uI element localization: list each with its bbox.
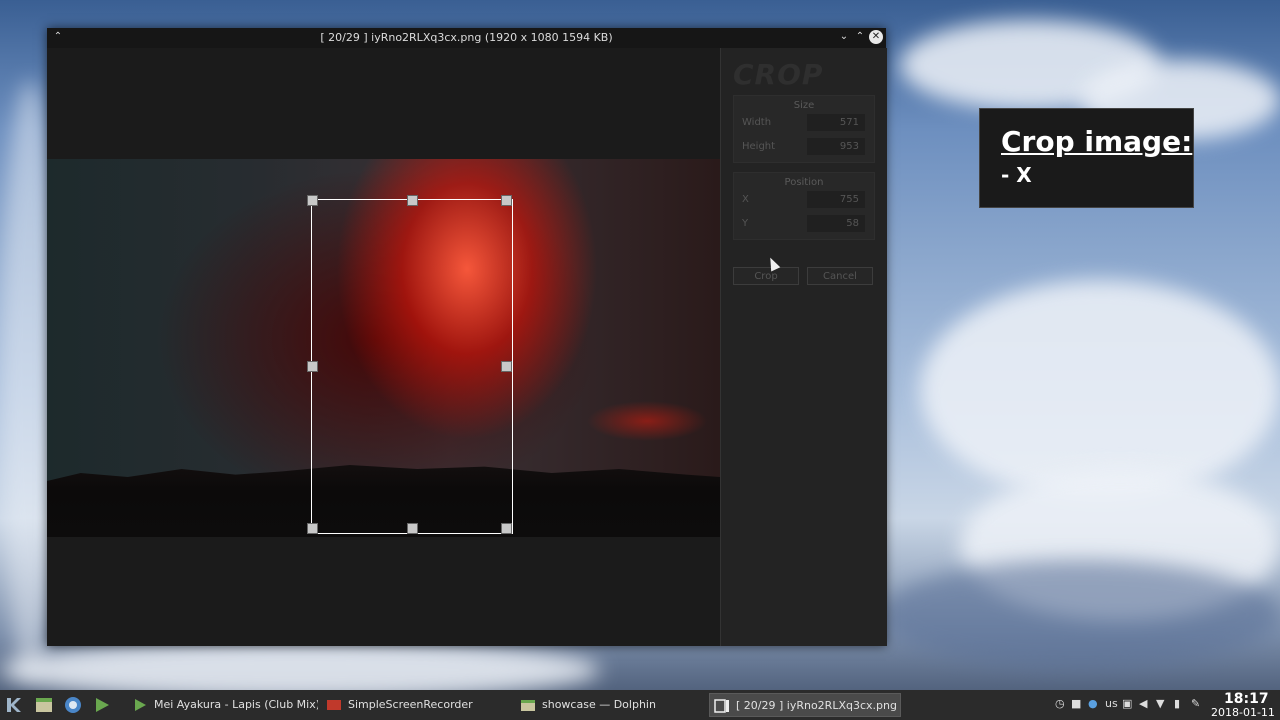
task-label: [ 20/29 ] iyRno2RLXq3cx.png (19... <box>736 699 900 712</box>
crop-handle-top-left[interactable] <box>307 195 318 206</box>
notes-icon[interactable]: ✎ <box>1191 697 1200 710</box>
clock-time[interactable]: 18:17 <box>1224 691 1269 707</box>
task-dolphin[interactable]: showcase — Dolphin <box>516 693 706 717</box>
width-field[interactable]: 571 <box>807 114 865 131</box>
file-manager-launcher-icon[interactable] <box>34 695 54 715</box>
crop-handle-right[interactable] <box>501 361 512 372</box>
browser-launcher-icon[interactable] <box>63 695 83 715</box>
y-field[interactable]: 58 <box>807 215 865 232</box>
annotation-title: Crop image: <box>1001 125 1193 158</box>
task-image-viewer[interactable]: [ 20/29 ] iyRno2RLXq3cx.png (19... <box>709 693 901 717</box>
crop-handle-bottom-left[interactable] <box>307 523 318 534</box>
annotation-subtitle: - X <box>1001 163 1032 187</box>
tutorial-annotation-box: Crop image: - X <box>979 108 1194 208</box>
crop-handle-bottom[interactable] <box>407 523 418 534</box>
task-screen-recorder[interactable]: SimpleScreenRecorder <box>322 693 512 717</box>
crop-button[interactable]: Crop <box>733 267 799 285</box>
crop-handle-bottom-right[interactable] <box>501 523 512 534</box>
size-group-title: Size <box>793 100 815 111</box>
height-label: Height <box>742 141 776 152</box>
window-titlebar[interactable]: ⌃ [ 20/29 ] iyRno2RLXq3cx.png (1920 x 10… <box>47 28 886 48</box>
crop-handle-left[interactable] <box>307 361 318 372</box>
cancel-button[interactable]: Cancel <box>807 267 873 285</box>
position-group-title: Position <box>784 177 824 188</box>
close-icon[interactable]: ✕ <box>869 30 883 44</box>
clock-date[interactable]: 2018-01-11 <box>1211 706 1275 719</box>
media-player-icon <box>135 699 146 711</box>
clipboard-icon[interactable]: ◷ <box>1055 697 1065 710</box>
task-media-player[interactable]: Mei Ayakura - Lapis (Club Mix) - D... <box>128 693 318 717</box>
x-label: X <box>742 194 749 205</box>
task-label: showcase — Dolphin <box>542 698 656 711</box>
battery-icon[interactable]: ▮ <box>1174 697 1180 710</box>
camera-icon[interactable]: ■ <box>1071 697 1081 710</box>
crop-selection-rectangle[interactable] <box>307 195 513 534</box>
taskbar: Mei Ayakura - Lapis (Club Mix) - D... Si… <box>0 690 1280 720</box>
minimize-icon[interactable]: ⌄ <box>837 30 851 44</box>
crop-panel: CROP Size Width 571 Height 953 Position … <box>720 48 887 646</box>
crop-handle-top-right[interactable] <box>501 195 512 206</box>
position-group: Position X 755 Y 58 <box>733 172 875 240</box>
x-field[interactable]: 755 <box>807 191 865 208</box>
display-icon[interactable]: ▣ <box>1122 697 1132 710</box>
y-label: Y <box>742 218 749 229</box>
maximize-icon[interactable]: ⌃ <box>853 30 867 44</box>
keyboard-layout[interactable]: us <box>1105 697 1118 710</box>
network-icon[interactable]: ▼ <box>1156 697 1164 710</box>
folder-icon <box>521 700 535 711</box>
crop-handle-top[interactable] <box>407 195 418 206</box>
image-canvas[interactable] <box>47 48 720 646</box>
volume-icon[interactable]: ◀ <box>1139 697 1147 710</box>
task-label: Mei Ayakura - Lapis (Club Mix) - D... <box>154 698 318 711</box>
height-field[interactable]: 953 <box>807 138 865 155</box>
size-group: Size Width 571 Height 953 <box>733 95 875 163</box>
telegram-icon[interactable]: ● <box>1088 697 1098 710</box>
window-title: [ 20/29 ] iyRno2RLXq3cx.png (1920 x 1080… <box>320 31 613 44</box>
width-label: Width <box>742 117 772 128</box>
crop-panel-heading: CROP <box>733 58 824 91</box>
task-label: SimpleScreenRecorder <box>348 698 473 711</box>
media-launcher-icon[interactable] <box>92 695 112 715</box>
image-viewer-window: ⌃ [ 20/29 ] iyRno2RLXq3cx.png (1920 x 10… <box>47 28 887 646</box>
application-launcher-icon[interactable] <box>4 695 24 715</box>
screen-recorder-icon <box>327 700 341 710</box>
image-viewer-icon <box>714 699 729 713</box>
